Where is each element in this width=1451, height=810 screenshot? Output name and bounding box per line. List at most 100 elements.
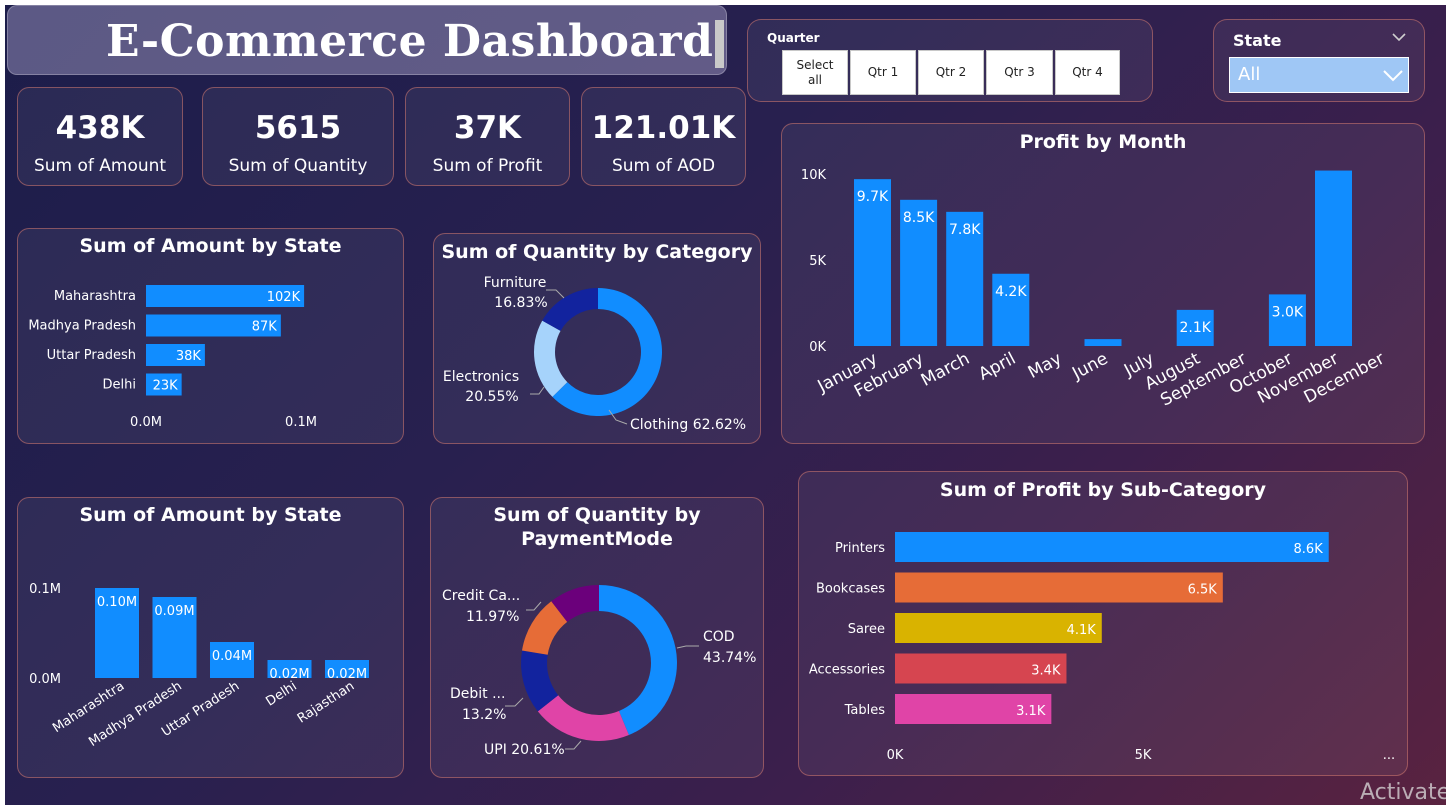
bar	[1084, 339, 1122, 346]
category-label: Maharashtra	[54, 289, 136, 304]
donut-slice	[534, 320, 568, 397]
data-label: 0.09M	[154, 604, 194, 619]
slice-label: Electronics	[443, 369, 519, 385]
slice-label: Debit ...	[450, 686, 505, 702]
data-label: 23K	[153, 379, 179, 394]
kpi-value: 37K	[453, 110, 522, 146]
y-tick-label: 5K	[809, 254, 826, 269]
kpi-label: Sum of Amount	[33, 156, 167, 176]
data-label: 6.5K	[1188, 583, 1218, 598]
quarter-button-qtr4[interactable]: Qtr 4	[1055, 50, 1120, 95]
data-label: 38K	[176, 349, 202, 364]
bar	[895, 572, 1223, 603]
chart-quantity-by-paymentmode: Sum of Quantity by PaymentMode COD 43.74%…	[430, 497, 764, 778]
state-slicer-label: State	[1233, 31, 1282, 50]
data-label: 7.8K	[949, 222, 981, 238]
title-accent-mark	[715, 20, 724, 68]
y-tick-label: 0.1M	[29, 582, 61, 597]
state-dropdown[interactable]: All	[1229, 57, 1409, 93]
bar	[895, 532, 1329, 562]
x-tick-label: Delhi	[263, 679, 299, 710]
data-label: 8.6K	[1294, 542, 1324, 557]
category-label: Madhya Pradesh	[28, 319, 136, 334]
chart-profit-by-subcategory-svg: Printers 8.6K Bookcases 6.5K Saree 4.1K Access…	[809, 532, 1395, 763]
state-dropdown-value: All	[1238, 64, 1261, 85]
data-label: 102K	[267, 290, 301, 305]
category-label: Bookcases	[816, 582, 885, 597]
x-tick-label: May	[1025, 349, 1065, 383]
chart-profit-by-month: Profit by Month 10K 5K 0K 9.7K January 8.5K Fe…	[781, 123, 1425, 444]
data-label: 0.04M	[212, 649, 252, 664]
y-tick-label: 0K	[809, 340, 826, 355]
x-tick-label: April	[975, 349, 1019, 385]
leader-line	[546, 289, 565, 299]
leader-line	[530, 386, 545, 395]
slice-label: 16.83%	[494, 295, 547, 311]
slice-label: 20.55%	[465, 389, 518, 405]
category-label: Uttar Pradesh	[47, 348, 136, 363]
data-label: 4.1K	[1067, 623, 1097, 638]
x-tick-label: June	[1068, 349, 1111, 385]
x-tick-label: Rajasthan	[295, 679, 357, 727]
data-label: 4.2K	[995, 284, 1027, 300]
chart-quantity-by-paymentmode-svg: COD 43.74% UPI 20.61% Debit ... 13.2% Credit …	[442, 585, 756, 758]
quarter-button-qtr2[interactable]: Qtr 2	[918, 50, 984, 95]
kpi-label: Sum of Profit	[432, 156, 543, 176]
kpi-label: Sum of Quantity	[228, 156, 368, 176]
x-tick-label: 0K	[887, 748, 904, 763]
data-label: 0.10M	[97, 595, 137, 610]
slice-label: COD	[703, 629, 735, 645]
data-label: 2.1K	[1179, 320, 1211, 336]
quarter-button-qtr1[interactable]: Qtr 1	[850, 50, 916, 95]
leader-line	[565, 740, 582, 750]
category-label: Accessories	[809, 663, 885, 678]
slice-label: UPI 20.61%	[484, 742, 565, 758]
kpi-card-quantity: 5615 Sum of Quantity	[202, 87, 394, 186]
x-tick-label: 0.0M	[130, 415, 162, 430]
quarter-button-qtr3[interactable]: Qtr 3	[986, 50, 1053, 95]
data-label: 87K	[252, 320, 278, 335]
slice-label: 13.2%	[462, 707, 506, 723]
chart-quantity-by-category-svg: Clothing 62.62% Electronics 20.55% Furnitur…	[443, 275, 746, 433]
leader-line	[676, 645, 699, 649]
kpi-card-profit: 37K Sum of Profit	[405, 87, 570, 186]
x-tick-label: 5K	[1135, 748, 1152, 763]
quarter-button-select-all[interactable]: Select all	[782, 50, 848, 95]
dashboard-title: E-Commerce Dashboard	[106, 16, 714, 67]
chevron-down-icon[interactable]	[1391, 32, 1407, 42]
kpi-label: Sum of AOD	[611, 156, 716, 176]
bar	[1315, 170, 1352, 346]
data-label: 3.1K	[1016, 704, 1046, 719]
donut-slice	[542, 288, 598, 331]
chart-quantity-by-category: Sum of Quantity by Category Clothing 62.…	[433, 233, 761, 444]
chart-profit-by-month-svg: 10K5K0K9.7KJanuary8.5KFebruary7.8KMarch4…	[801, 168, 1388, 411]
kpi-card-amount: 438K Sum of Amount	[17, 87, 183, 186]
category-label: Saree	[848, 622, 885, 637]
slice-label: 43.74%	[703, 650, 756, 666]
kpi-value: 121.01K	[591, 110, 736, 146]
chart-amount-by-state-svg: Maharashtra 102K Madhya Pradesh 87K Uttar Pr…	[28, 285, 317, 430]
kpi-card-aod: 121.01K Sum of AOD	[581, 87, 746, 186]
slice-label: 11.97%	[466, 609, 519, 625]
category-label: Delhi	[103, 378, 136, 393]
data-label: 9.7K	[857, 189, 889, 205]
chart-amount-by-state-column-svg: 0.1M0.0M0.10MMaharashtra0.09MMadhya Prad…	[29, 582, 369, 750]
data-label: 3.4K	[1031, 664, 1061, 679]
dashboard-title-bar: E-Commerce Dashboard	[7, 5, 727, 75]
kpi-value: 5615	[254, 110, 342, 146]
category-label: Tables	[844, 703, 886, 718]
donut-slice	[599, 585, 677, 736]
quarter-slicer-label: Quarter	[767, 31, 820, 45]
y-tick-label: 10K	[801, 168, 827, 183]
chart-amount-by-state-bar: Sum of Amount by State Maharashtra 102K Ma…	[17, 228, 404, 444]
activate-watermark: Activate	[1360, 780, 1451, 805]
leader-line	[505, 697, 524, 707]
data-label: 3.0K	[1272, 304, 1304, 320]
y-tick-label: 0.0M	[29, 672, 61, 687]
chart-profit-by-subcategory: Sum of Profit by Sub-Category Printers 8.…	[798, 471, 1408, 776]
x-tick-label: 0.1M	[285, 415, 317, 430]
slice-label: Credit Ca...	[442, 588, 520, 604]
donut-slice	[537, 695, 629, 741]
category-label: Printers	[835, 541, 885, 556]
leader-line	[526, 601, 542, 611]
